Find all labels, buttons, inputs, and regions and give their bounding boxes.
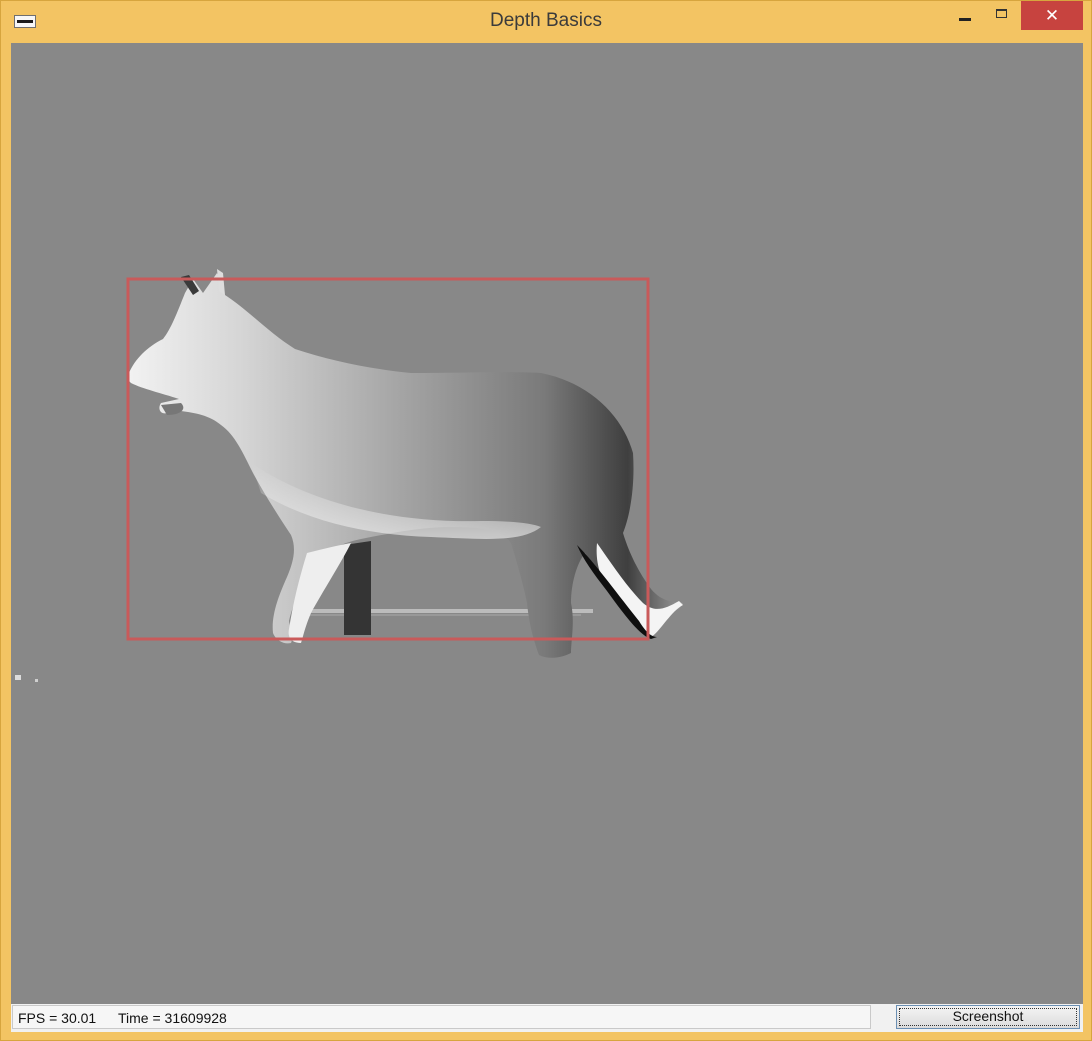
- dog-silhouette: [127, 269, 684, 658]
- status-text-field: FPS = 30.01 Time = 31609928: [12, 1005, 871, 1029]
- status-bar: FPS = 30.01 Time = 31609928 Screenshot: [11, 1004, 1083, 1032]
- window-title: Depth Basics: [490, 10, 602, 31]
- screenshot-button[interactable]: Screenshot: [896, 1005, 1080, 1029]
- close-button[interactable]: ✕: [1021, 1, 1083, 30]
- title-bar[interactable]: Depth Basics ✕: [1, 1, 1091, 43]
- maximize-button[interactable]: [985, 1, 1019, 30]
- depth-view: [11, 43, 1083, 1004]
- close-icon: ✕: [1044, 6, 1060, 25]
- time-readout: Time = 31609928: [118, 1010, 227, 1026]
- dog-far-legs: [344, 541, 371, 635]
- app-window: Depth Basics ✕ FPS = 30.01 Time = 316099…: [0, 0, 1092, 1041]
- fps-readout: FPS = 30.01: [18, 1010, 97, 1026]
- depth-image: [15, 269, 684, 682]
- minimize-button[interactable]: [947, 1, 981, 30]
